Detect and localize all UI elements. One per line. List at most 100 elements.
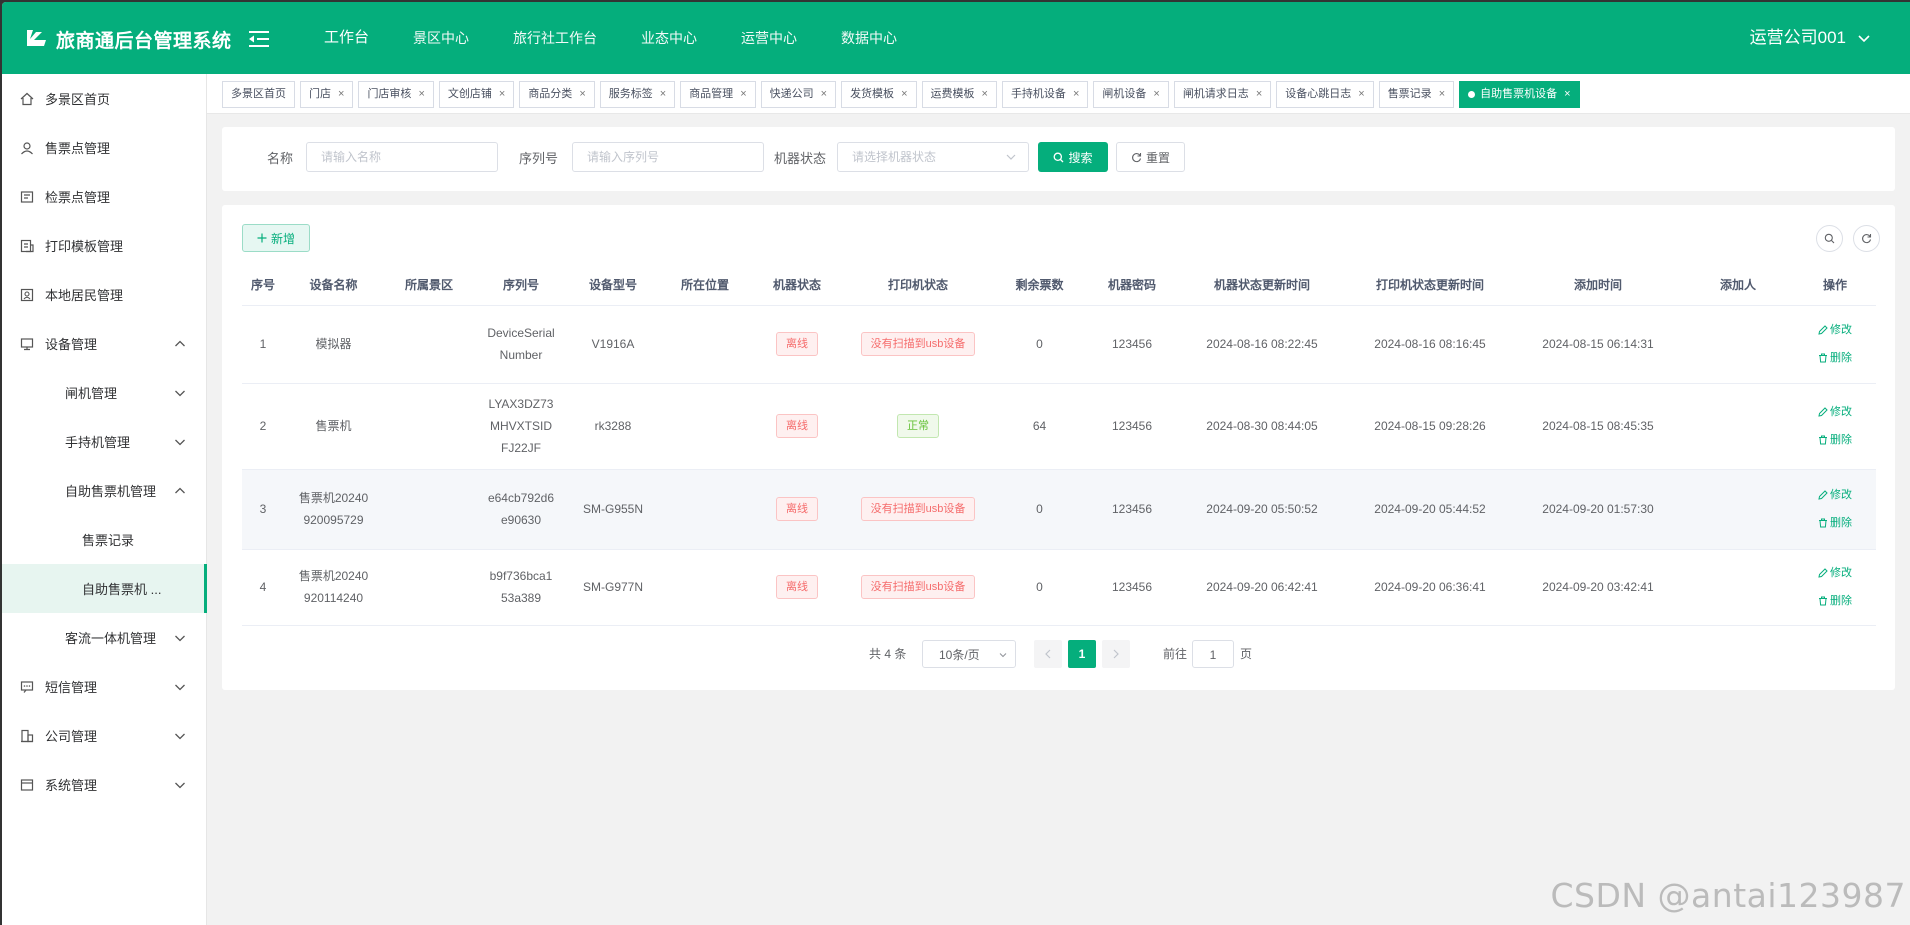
sidebar-item-company[interactable]: 公司管理 — [2, 711, 206, 760]
sidebar-item-gate[interactable]: 闸机管理 — [2, 368, 206, 417]
toggle-search-button[interactable] — [1816, 225, 1843, 252]
active-dot-icon — [1468, 91, 1476, 98]
close-icon[interactable]: × — [418, 82, 424, 107]
user-name: 运营公司001 — [1749, 28, 1846, 47]
column-header: 机器密码 — [1086, 265, 1178, 306]
close-icon[interactable]: × — [660, 82, 666, 107]
close-icon[interactable]: × — [1564, 82, 1570, 107]
tag-view-item[interactable]: 手持机设备 × — [1001, 81, 1089, 108]
tag-label: 手持机设备 — [1010, 88, 1066, 100]
app-logo[interactable]: 旅商通后台管理系统 — [24, 26, 232, 52]
status-select[interactable]: 请选择机器状态 — [837, 142, 1029, 172]
sidebar-item-handheld[interactable]: 手持机管理 — [2, 417, 206, 466]
sidebar-item-ticket-point[interactable]: 售票点管理 — [2, 123, 206, 172]
device-model: SM-G955N — [582, 502, 644, 516]
table-row[interactable]: 2 售票机 LYAX3DZ73 MHVXTSID FJ22JF rk3288 离线 正常 64 1… — [242, 383, 1876, 470]
menu-fold-icon[interactable] — [249, 30, 271, 48]
close-icon[interactable]: × — [1439, 82, 1445, 107]
sidebar-item-resident[interactable]: 本地居民管理 — [2, 270, 206, 319]
close-icon[interactable]: × — [740, 82, 746, 107]
machine-password: 123456 — [1111, 419, 1153, 433]
tag-view-item[interactable]: 门店审核 × — [358, 81, 434, 108]
tag-view-item[interactable]: 运费模板 × — [921, 81, 997, 108]
tag-view-item[interactable]: 售票记录 × — [1378, 81, 1455, 108]
close-icon[interactable]: × — [1256, 82, 1262, 107]
goto-page-input[interactable]: 1 — [1192, 640, 1234, 668]
nav-operation-center[interactable]: 运营中心 — [719, 2, 819, 74]
sidebar-item-sales-record[interactable]: 售票记录 — [2, 515, 206, 564]
tag-view-item[interactable]: 多景区首页 — [222, 81, 295, 108]
app-window: 旅商通后台管理系统 工作台 景区中心 旅行社工作台 业态中心 运营中心 数据中心… — [2, 2, 1910, 925]
nav-business-center[interactable]: 业态中心 — [619, 2, 719, 74]
sidebar-item-passenger-flow[interactable]: 客流一体机管理 — [2, 613, 206, 662]
table-row[interactable]: 3 售票机20240 920095729 e64cb792d6 e90630 SM-G95… — [242, 469, 1876, 550]
sidebar-item-check-point[interactable]: 检票点管理 — [2, 172, 206, 221]
sidebar-item-self-service-device[interactable]: 自助售票机 ... — [2, 564, 207, 613]
search-button[interactable]: 搜索 — [1038, 142, 1108, 172]
delete-button[interactable]: 删除 — [1818, 590, 1852, 612]
close-icon[interactable]: × — [338, 82, 344, 107]
sidebar-item-device[interactable]: 设备管理 — [2, 319, 206, 368]
sidebar-item-home[interactable]: 多景区首页 — [2, 74, 206, 123]
edit-button[interactable]: 修改 — [1818, 401, 1852, 423]
tag-view-item[interactable]: 发货模板 × — [841, 81, 917, 108]
column-header: 打印机状态 — [843, 265, 993, 306]
close-icon[interactable]: × — [901, 82, 907, 107]
close-icon[interactable]: × — [982, 82, 988, 107]
page-1-button[interactable]: 1 — [1068, 640, 1096, 668]
nav-travel-agency[interactable]: 旅行社工作台 — [491, 2, 619, 74]
page-size-select[interactable]: 10条/页 — [922, 640, 1016, 668]
edit-button[interactable]: 修改 — [1818, 484, 1852, 506]
refresh-button[interactable] — [1853, 225, 1880, 252]
sidebar-item-self-service[interactable]: 自助售票机管理 — [2, 466, 206, 515]
close-icon[interactable]: × — [579, 82, 585, 107]
name-input[interactable]: 请输入名称 — [306, 142, 498, 172]
trash-icon — [1819, 353, 1827, 363]
sidebar-item-print-template[interactable]: 打印模板管理 — [2, 221, 206, 270]
column-header: 所属景区 — [383, 265, 475, 306]
tag-view-item[interactable]: 商品管理 × — [680, 81, 756, 108]
tag-view-item[interactable]: 闸机设备 × — [1093, 81, 1169, 108]
tag-view-item[interactable]: 自助售票机设备 × — [1459, 81, 1580, 108]
close-icon[interactable]: × — [1358, 82, 1364, 107]
tag-view-item[interactable]: 服务标签 × — [599, 81, 676, 108]
tag-view-item[interactable]: 门店 × — [300, 81, 354, 108]
close-icon[interactable]: × — [1073, 82, 1079, 107]
nav-scenic-center[interactable]: 景区中心 — [391, 2, 491, 74]
tag-view-item[interactable]: 闸机请求日志 × — [1173, 81, 1272, 108]
sidebar-item-sms[interactable]: 短信管理 — [2, 662, 206, 711]
tag-view-item[interactable]: 设备心跳日志 × — [1276, 81, 1374, 108]
column-header: 添加人 — [1682, 265, 1794, 306]
delete-button[interactable]: 删除 — [1818, 512, 1852, 534]
tag-view-item[interactable]: 商品分类 × — [519, 81, 595, 108]
delete-button[interactable]: 删除 — [1818, 429, 1852, 451]
close-icon[interactable]: × — [821, 82, 827, 107]
delete-button[interactable]: 删除 — [1818, 347, 1852, 369]
edit-button[interactable]: 修改 — [1818, 319, 1852, 341]
next-page-button[interactable] — [1102, 640, 1130, 668]
tag-view-item[interactable]: 快递公司 × — [760, 81, 837, 108]
reset-button[interactable]: 重置 — [1116, 142, 1185, 172]
serial-number: Number — [499, 348, 543, 362]
close-icon[interactable]: × — [1153, 82, 1159, 107]
chevron-up-icon — [175, 487, 185, 493]
serial-number: MHVXTSID — [489, 419, 552, 433]
prev-page-button[interactable] — [1034, 640, 1062, 668]
close-icon[interactable]: × — [499, 82, 505, 107]
table-row[interactable]: 4 售票机20240 920114240 b9f736bca1 53a389 SM-G97… — [242, 549, 1876, 626]
tag-view-item[interactable]: 文创店铺 × — [438, 81, 515, 108]
refresh-icon — [1132, 152, 1142, 162]
sidebar-item-system[interactable]: 系统管理 — [2, 760, 206, 809]
nav-workbench[interactable]: 工作台 — [302, 2, 391, 74]
device-icon — [20, 337, 34, 350]
add-button[interactable]: 新增 — [242, 224, 310, 252]
serial-input[interactable]: 请输入序列号 — [572, 142, 764, 172]
edit-button[interactable]: 修改 — [1818, 562, 1852, 584]
tag-label: 售票记录 — [1387, 88, 1432, 100]
table-row[interactable]: 1 模拟器 DeviceSerial Number V1916A 离线 没有扫描到usb设备… — [242, 305, 1876, 384]
user-menu[interactable]: 运营公司001 — [1750, 2, 1870, 74]
column-header: 序号 — [242, 265, 284, 306]
nav-data-center[interactable]: 数据中心 — [819, 2, 919, 74]
device-model: SM-G977N — [582, 580, 644, 594]
printer-update-time: 2024-08-16 08:16:45 — [1374, 337, 1486, 351]
